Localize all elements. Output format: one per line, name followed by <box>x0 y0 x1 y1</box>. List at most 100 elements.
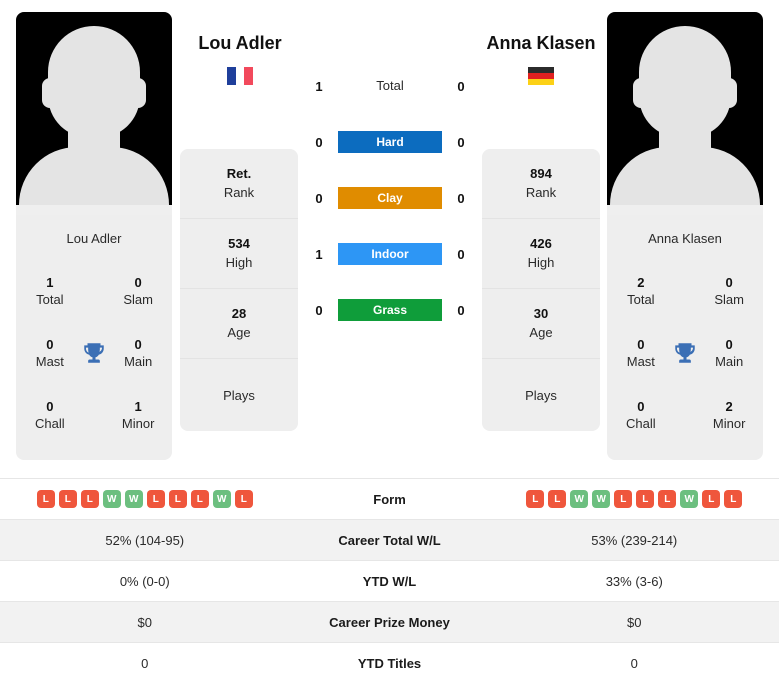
titles-row-total-slam-right: 2 Total 0 Slam <box>613 260 757 322</box>
titles-slam-label-left: Slam <box>123 291 153 307</box>
form-badge-left-8: W <box>212 490 231 508</box>
form-strip-left: LLLWWLLLWL <box>0 490 290 508</box>
table-row-career-prize: $0 Career Prize Money $0 <box>0 601 779 642</box>
surface-hard-badge[interactable]: Hard <box>338 131 442 153</box>
surface-indoor-right-value: 0 <box>457 246 465 262</box>
titles-slam-value-left: 0 <box>134 274 142 290</box>
career-prize-right: $0 <box>627 614 642 630</box>
form-badge-left-6: L <box>168 490 187 508</box>
table-label-form: Form <box>373 491 406 507</box>
titles-total-label-right: Total <box>627 291 655 307</box>
surface-grass-badge[interactable]: Grass <box>338 299 442 321</box>
table-row-form: LLLWWLLLWL Form LLWWLLLWLL <box>0 478 779 519</box>
info-high-value-right: 426 <box>530 236 552 251</box>
titles-total-left: 1 Total <box>22 274 78 309</box>
surface-row-total: 1 Total 0 <box>306 58 474 114</box>
player-card-right[interactable]: Anna Klasen 2 Total 0 Slam 0 Mast 0 Main… <box>607 12 763 460</box>
info-age-right: 30 Age <box>482 289 600 359</box>
form-badge-left-3: W <box>102 490 121 508</box>
table-label-career-prize: Career Prize Money <box>329 614 450 630</box>
table-row-ytd-titles: 0 YTD Titles 0 <box>0 642 779 683</box>
titles-main-label-right: Main <box>715 353 744 369</box>
ytd-wl-right: 33% (3-6) <box>605 573 663 589</box>
info-card-right: 894 Rank 426 High 30 Age Plays <box>482 149 600 431</box>
info-rank-left: Ret. Rank <box>180 149 298 219</box>
career-prize-left: $0 <box>137 614 152 630</box>
info-plays-left: Plays <box>180 359 298 431</box>
form-badge-right-8: L <box>702 490 721 508</box>
avatar-head-icon <box>639 26 731 138</box>
titles-minor-label-right: Minor <box>712 415 746 431</box>
titles-chall-value-left: 0 <box>46 398 54 414</box>
surface-clay-badge[interactable]: Clay <box>338 187 442 209</box>
titles-main-label-left: Main <box>124 353 153 369</box>
surface-clay-left-value: 0 <box>315 190 323 206</box>
form-badge-right-7: W <box>680 490 699 508</box>
surface-clay-right-value: 0 <box>457 190 465 206</box>
surface-row-indoor: 1 Indoor 0 <box>306 226 474 282</box>
titles-chall-right: 0 Chall <box>613 398 669 433</box>
info-age-left: 28 Age <box>180 289 298 359</box>
info-high-right: 426 High <box>482 219 600 289</box>
avatar-ear-right-icon <box>130 78 146 108</box>
titles-row-mast-main-left: 0 Mast 0 Main <box>22 322 166 384</box>
flag-wrap-left <box>160 67 320 85</box>
player-card-left[interactable]: Lou Adler 1 Total 0 Slam 0 Mast 0 Main 0… <box>16 12 172 460</box>
info-rank-value-left: Ret. <box>226 166 252 181</box>
titles-mast-value-right: 0 <box>637 336 645 352</box>
form-badge-right-9: L <box>724 490 743 508</box>
info-age-label-right: Age <box>529 325 553 340</box>
info-plays-label-right: Plays <box>525 387 557 403</box>
table-row-ytd-wl: 0% (0-0) YTD W/L 33% (3-6) <box>0 560 779 601</box>
surface-indoor-left-value: 1 <box>315 246 323 262</box>
table-label-ytd-wl: YTD W/L <box>362 573 417 589</box>
surface-row-clay: 0 Clay 0 <box>306 170 474 226</box>
player-name-left[interactable]: Lou Adler <box>160 33 320 54</box>
titles-total-label-left: Total <box>36 291 64 307</box>
info-plays-label-left: Plays <box>223 387 255 403</box>
form-badge-right-0: L <box>526 490 545 508</box>
form-badge-left-2: L <box>80 490 99 508</box>
comparison-header: Lou Adler 1 Total 0 Slam 0 Mast 0 Main 0… <box>0 0 779 478</box>
avatar-base <box>607 205 763 215</box>
player-name-right[interactable]: Anna Klasen <box>461 33 621 54</box>
surface-breakdown: 1 Total 0 0 Hard 0 0 Clay 0 1 Indoor 0 0 <box>306 58 474 338</box>
info-high-left: 534 High <box>180 219 298 289</box>
info-age-value-left: 28 <box>231 306 247 321</box>
titles-minor-left: 1 Minor <box>110 398 166 433</box>
titles-row-total-slam-left: 1 Total 0 Slam <box>22 260 166 322</box>
player-comparison-page: Lou Adler 1 Total 0 Slam 0 Mast 0 Main 0… <box>0 0 779 699</box>
titles-main-right: 0 Main <box>701 336 757 371</box>
titles-grid-left: 1 Total 0 Slam 0 Mast 0 Main 0 Chall 1 M… <box>16 260 172 460</box>
surface-row-hard: 0 Hard 0 <box>306 114 474 170</box>
avatar-head-icon <box>48 26 140 138</box>
surface-indoor-badge[interactable]: Indoor <box>338 243 442 265</box>
titles-chall-left: 0 Chall <box>22 398 78 433</box>
titles-total-value-left: 1 <box>46 274 54 290</box>
info-rank-right: 894 Rank <box>482 149 600 219</box>
form-badge-left-0: L <box>36 490 55 508</box>
trophy-icon-right <box>669 340 702 366</box>
form-badge-right-5: L <box>636 490 655 508</box>
form-badge-right-6: L <box>658 490 677 508</box>
titles-total-right: 2 Total <box>613 274 669 309</box>
form-badge-left-9: L <box>234 490 253 508</box>
avatar-ear-right-icon <box>721 78 737 108</box>
surface-grass-right-value: 0 <box>457 302 465 318</box>
player-avatar-left <box>16 12 172 215</box>
info-card-left: Ret. Rank 534 High 28 Age Plays <box>180 149 298 431</box>
avatar-base <box>16 205 172 215</box>
titles-mast-value-left: 0 <box>46 336 54 352</box>
player-card-name-left: Lou Adler <box>66 231 122 246</box>
ytd-titles-right: 0 <box>630 655 638 671</box>
player-card-name-right: Anna Klasen <box>648 231 722 246</box>
surface-grass-left-value: 0 <box>315 302 323 318</box>
titles-slam-value-right: 0 <box>725 274 733 290</box>
flag-france-icon <box>227 67 253 85</box>
form-badge-left-5: L <box>146 490 165 508</box>
info-high-value-left: 534 <box>228 236 250 251</box>
ytd-wl-left: 0% (0-0) <box>119 573 170 589</box>
info-age-label-left: Age <box>227 325 251 340</box>
flag-germany-icon <box>528 67 554 85</box>
surface-row-grass: 0 Grass 0 <box>306 282 474 338</box>
